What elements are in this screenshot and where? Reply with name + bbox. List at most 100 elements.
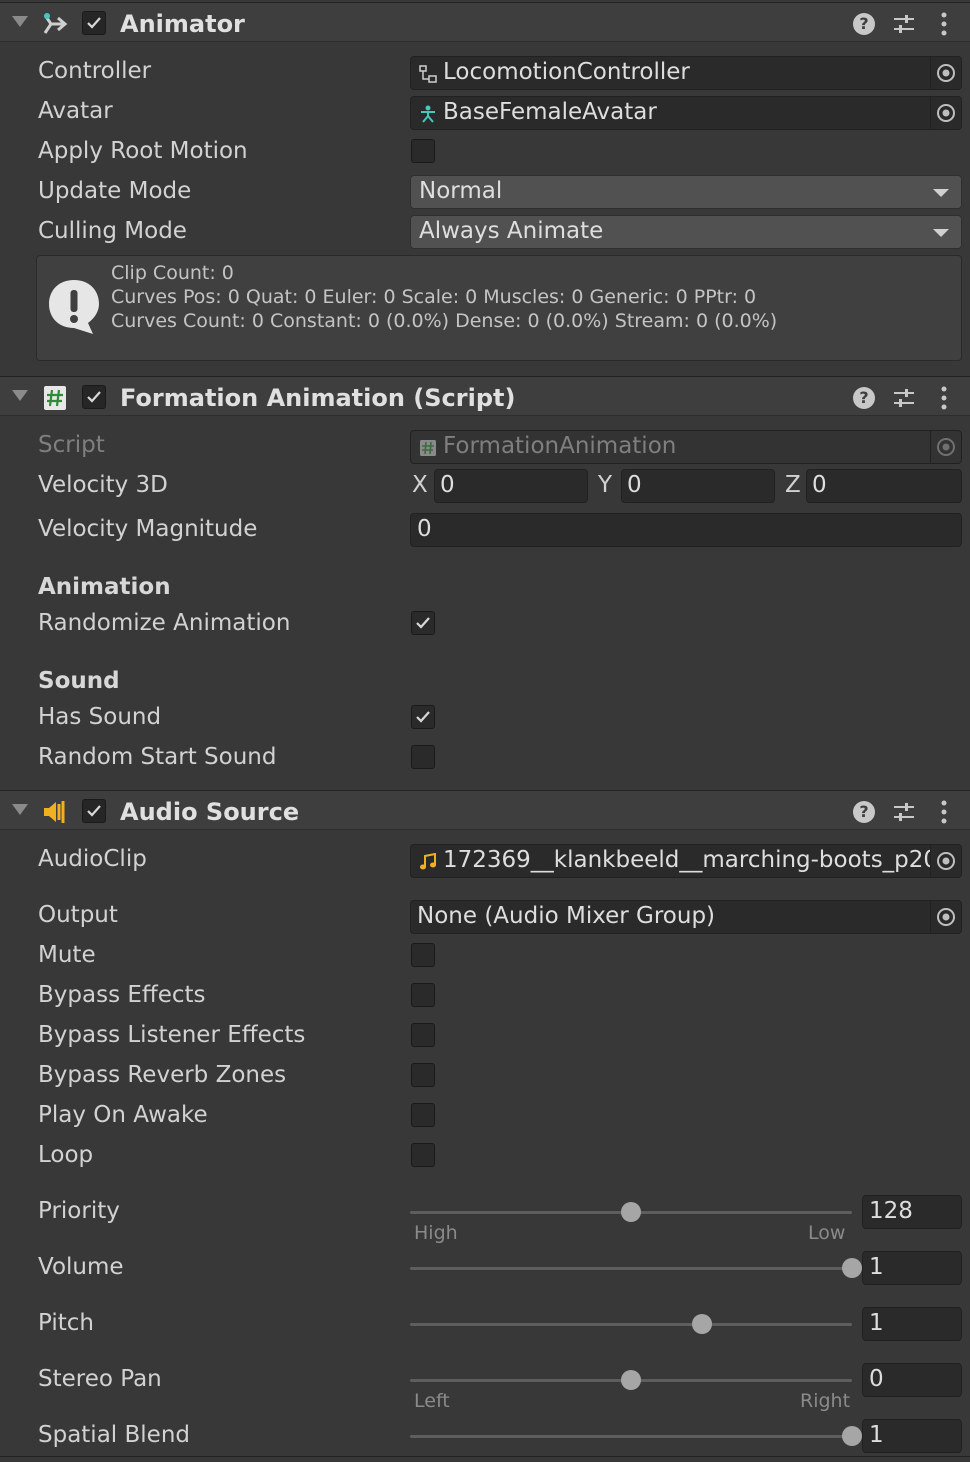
info-line: Curves Pos: 0 Quat: 0 Euler: 0 Scale: 0 … [111,286,757,308]
velocity-y-value: 0 [627,472,642,498]
script-field: FormationAnimation [410,430,962,464]
output-label: Output [38,902,118,928]
has-sound-checkbox[interactable] [411,705,435,729]
culling-mode-dropdown[interactable]: Always Animate [410,215,962,249]
stereo-pan-slider-thumb[interactable] [621,1370,641,1390]
pitch-field[interactable]: 1 [862,1307,962,1341]
apply-root-motion-label: Apply Root Motion [38,138,248,164]
component-title: Audio Source [120,798,300,826]
priority-value: 128 [869,1198,913,1224]
spatial-blend-value: 1 [869,1422,884,1448]
audio-source-enabled-checkbox[interactable] [82,799,106,823]
loop-label: Loop [38,1142,94,1168]
velocity-x-label[interactable]: X [412,472,428,498]
formation-header[interactable]: Formation Animation (Script) ? [0,376,970,416]
controller-field[interactable]: LocomotionController [410,56,962,90]
preset-settings-icon[interactable] [893,801,915,823]
randomize-animation-checkbox[interactable] [411,611,435,635]
priority-field[interactable]: 128 [862,1195,962,1229]
stereo-pan-field[interactable]: 0 [862,1363,962,1397]
priority-high-caption: High [414,1222,458,1244]
music-note-icon [420,853,436,870]
pitch-slider-thumb[interactable] [691,1314,712,1334]
spatial-blend-field[interactable]: 1 [862,1419,962,1453]
foldout-arrow-icon[interactable] [12,804,28,815]
random-start-sound-checkbox[interactable] [411,745,435,769]
preset-settings-icon[interactable] [893,387,915,409]
apply-root-motion-checkbox[interactable] [411,139,435,163]
script-icon [44,386,66,410]
pitch-slider-track[interactable] [410,1323,852,1326]
bypass-effects-label: Bypass Effects [38,982,206,1008]
velocity-z-field[interactable]: 0 [806,469,962,503]
sound-section-header: Sound [38,668,120,694]
output-value: None (Audio Mixer Group) [417,903,716,929]
volume-value: 1 [869,1254,884,1280]
loop-checkbox[interactable] [411,1143,435,1167]
script-value: FormationAnimation [443,433,677,459]
velocity-magnitude-field[interactable]: 0 [410,513,962,547]
spatial-blend-slider-thumb[interactable] [842,1426,862,1446]
info-line: Clip Count: 0 [111,262,234,284]
component-title: Animator [120,10,245,38]
help-icon[interactable]: ? [853,801,875,823]
audio-source-header[interactable]: Audio Source ? [0,790,970,830]
foldout-arrow-icon[interactable] [12,16,28,27]
help-icon[interactable]: ? [853,13,875,35]
stereo-pan-value: 0 [869,1366,884,1392]
update-mode-label: Update Mode [38,178,192,204]
bypass-effects-checkbox[interactable] [411,983,435,1007]
play-on-awake-label: Play On Awake [38,1102,208,1128]
more-menu-icon[interactable] [940,799,948,825]
object-picker-icon[interactable] [930,57,961,89]
more-menu-icon[interactable] [940,11,948,37]
animator-info-box: Clip Count: 0 Curves Pos: 0 Quat: 0 Eule… [36,255,962,361]
output-field[interactable]: None (Audio Mixer Group) [410,900,962,934]
stereo-left-caption: Left [414,1390,450,1412]
object-picker-icon[interactable] [930,97,961,129]
avatar-icon [421,105,435,123]
bypass-reverb-zones-checkbox[interactable] [411,1063,435,1087]
audioclip-value: 172369__klankbeeld__marching-boots_p20 [443,847,939,873]
avatar-label: Avatar [38,98,113,124]
audioclip-field[interactable]: 172369__klankbeeld__marching-boots_p20 [410,844,962,878]
priority-low-caption: Low [808,1222,846,1244]
culling-mode-label: Culling Mode [38,218,187,244]
volume-field[interactable]: 1 [862,1251,962,1285]
object-picker-icon[interactable] [930,845,961,877]
animator-header[interactable]: Animator ? [0,2,970,42]
priority-label: Priority [38,1198,120,1224]
controller-value: LocomotionController [443,59,690,85]
avatar-field[interactable]: BaseFemaleAvatar [410,96,962,130]
velocity-x-field[interactable]: 0 [434,469,588,503]
update-mode-dropdown[interactable]: Normal [410,175,962,209]
formation-enabled-checkbox[interactable] [82,385,106,409]
script-icon [420,440,436,456]
priority-slider-thumb[interactable] [621,1202,641,1222]
velocity-z-label[interactable]: Z [785,472,801,498]
velocity-magnitude-label: Velocity Magnitude [38,516,258,542]
volume-slider-thumb[interactable] [842,1258,862,1278]
preset-settings-icon[interactable] [893,13,915,35]
pitch-value: 1 [869,1310,884,1336]
help-icon[interactable]: ? [853,387,875,409]
spatial-blend-slider-track[interactable] [410,1435,852,1438]
play-on-awake-checkbox[interactable] [411,1103,435,1127]
volume-slider-track[interactable] [410,1267,852,1270]
object-picker-icon[interactable] [930,901,961,933]
foldout-arrow-icon[interactable] [12,390,28,401]
mute-checkbox[interactable] [411,943,435,967]
animator-icon [43,13,68,34]
animator-enabled-checkbox[interactable] [82,11,106,35]
velocity-y-field[interactable]: 0 [621,469,775,503]
bypass-listener-effects-checkbox[interactable] [411,1023,435,1047]
mute-label: Mute [38,942,96,968]
spatial-blend-label: Spatial Blend [38,1422,190,1448]
velocity-y-label[interactable]: Y [598,472,612,498]
bottom-divider [0,1456,970,1457]
more-menu-icon[interactable] [940,385,948,411]
object-picker-icon [930,431,961,463]
controller-label: Controller [38,58,152,84]
component-title: Formation Animation (Script) [120,384,516,412]
speaker-icon [44,801,65,823]
